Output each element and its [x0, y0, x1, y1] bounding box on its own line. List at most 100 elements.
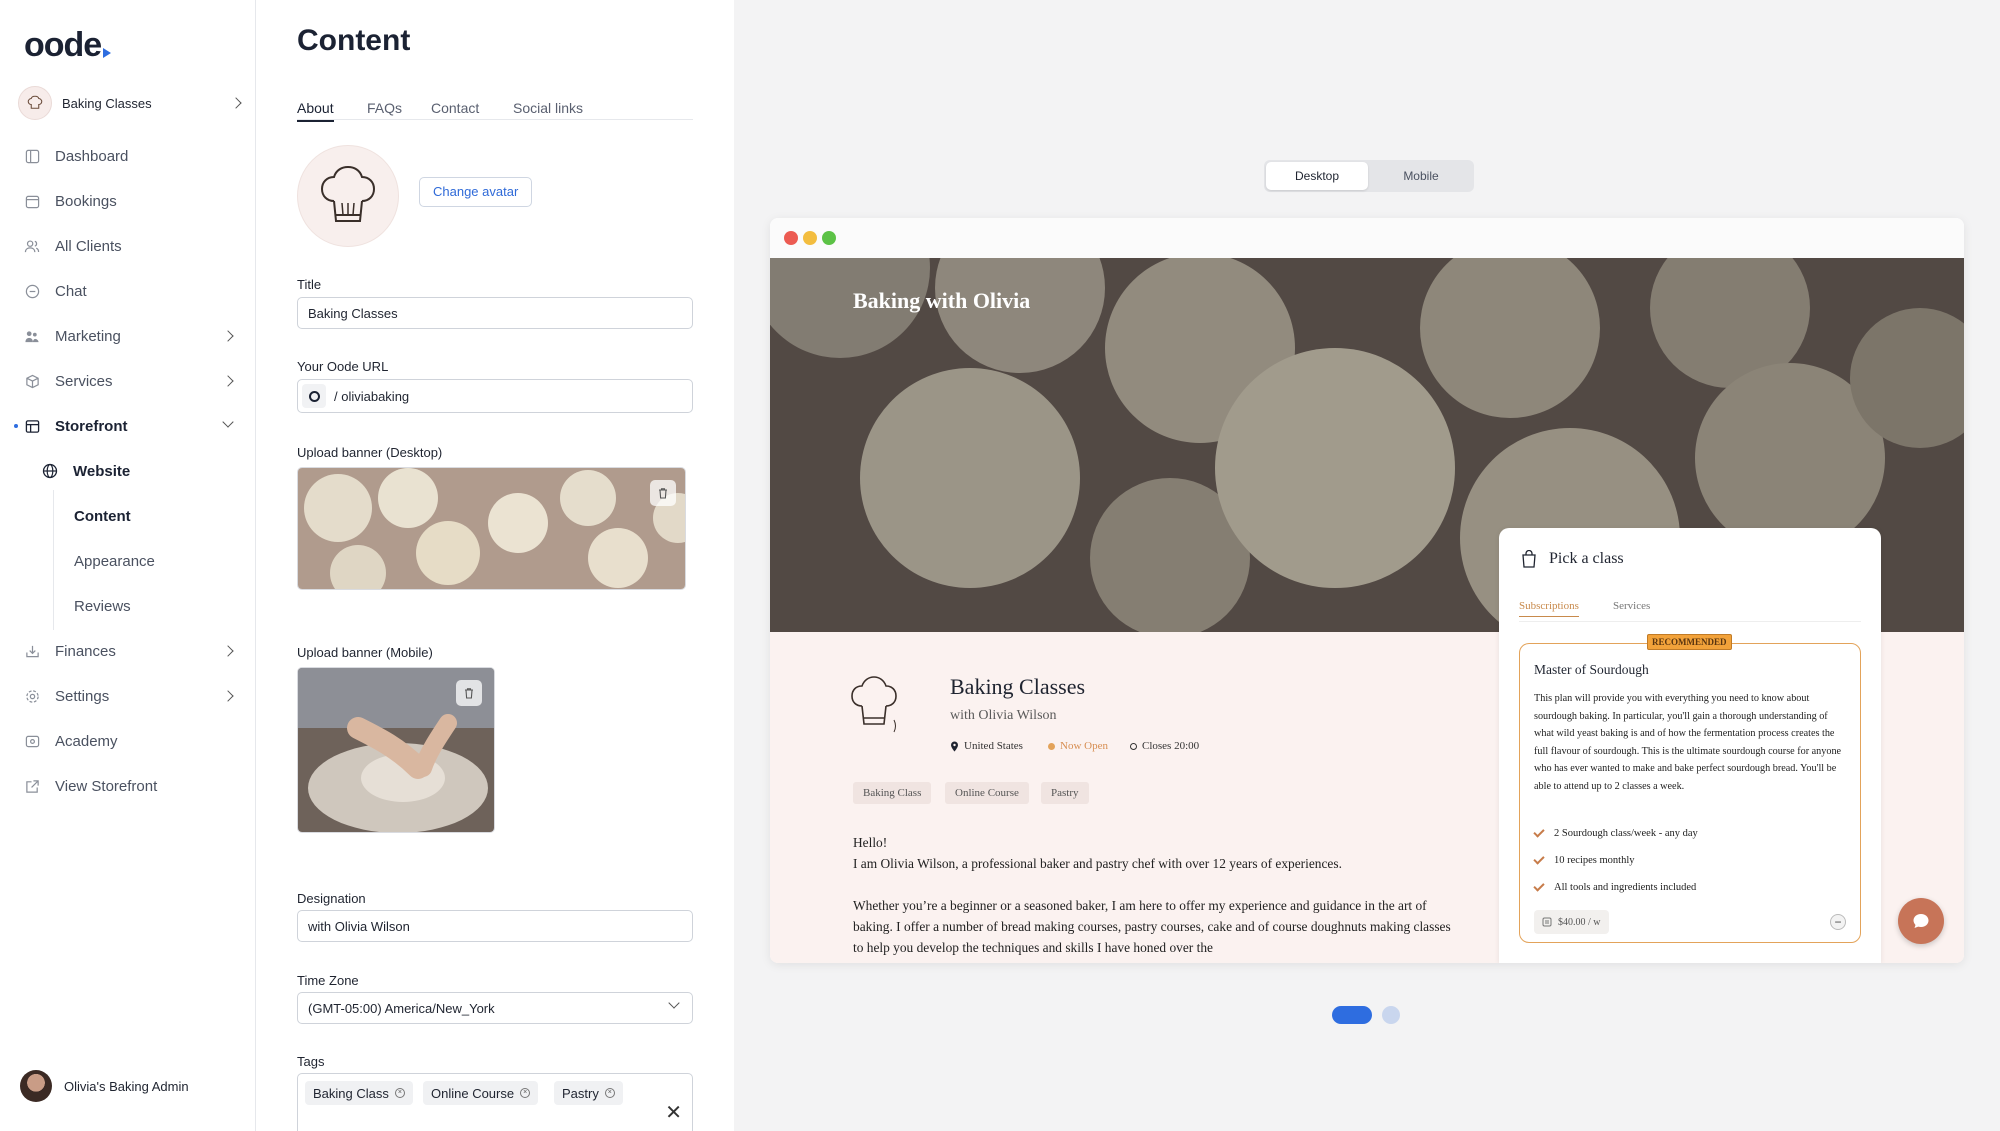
delete-banner-mobile-button[interactable]	[456, 680, 482, 706]
business-switcher[interactable]: Baking Classes	[18, 86, 242, 120]
storefront-title: Baking Classes	[950, 674, 1086, 699]
mobile-toggle-button[interactable]: Mobile	[1370, 162, 1472, 190]
preview-area: Desktop Mobile Baking with Olivia Baking…	[734, 0, 2000, 1131]
nav-label: Bookings	[55, 192, 117, 210]
closes-text: Closes 20:00	[1142, 740, 1200, 752]
oode-url-input[interactable]: / oliviabaking	[297, 379, 693, 413]
chevron-down-icon	[222, 416, 234, 428]
storefront-subtitle: with Olivia Wilson	[950, 708, 1057, 723]
plan-card[interactable]: RECOMMENDED Master of Sourdough This pla…	[1519, 634, 1861, 943]
nav-content[interactable]: Content	[0, 498, 256, 534]
tag-label: Baking Class	[313, 1085, 389, 1101]
nav-label: Content	[74, 507, 131, 525]
timezone-select[interactable]: (GMT-05:00) America/New_York	[297, 992, 693, 1024]
nav-label: Marketing	[55, 327, 121, 345]
pager-dot-active[interactable]	[1332, 1006, 1372, 1024]
banner-desktop-image[interactable]	[297, 467, 686, 590]
tag-chip: Baking Class ×	[305, 1081, 413, 1105]
admin-profile[interactable]: Olivia's Baking Admin	[20, 1070, 189, 1102]
close-dot-icon	[784, 231, 798, 245]
plan-name: Master of Sourdough	[1534, 662, 1649, 677]
feature-text: 10 recipes monthly	[1554, 855, 1635, 866]
nav-services[interactable]: Services	[0, 363, 256, 399]
minimize-dot-icon	[803, 231, 817, 245]
storefront-icon	[24, 418, 40, 434]
nav-storefront[interactable]: Storefront	[0, 408, 256, 444]
nav-label: Academy	[55, 732, 118, 750]
check-icon	[1533, 825, 1545, 838]
tab-about[interactable]: About	[297, 100, 334, 122]
nav-website[interactable]: Website	[0, 453, 256, 489]
remove-tag-icon[interactable]: ×	[394, 1088, 405, 1098]
collapse-plan-button[interactable]: −	[1830, 914, 1846, 930]
change-avatar-button[interactable]: Change avatar	[419, 177, 533, 207]
submenu-guide-line	[53, 490, 54, 630]
designation-input[interactable]: with Olivia Wilson	[297, 910, 693, 942]
plan-feature: All tools and ingredients included	[1533, 879, 1696, 893]
tab-subscriptions[interactable]: Subscriptions	[1519, 600, 1579, 617]
trash-icon	[659, 488, 667, 499]
business-avatar-large	[297, 145, 399, 247]
globe-icon	[42, 463, 58, 479]
check-icon	[1533, 852, 1545, 865]
gear-icon	[24, 688, 40, 704]
clear-tags-icon[interactable]: ✕	[665, 1100, 682, 1125]
desktop-toggle-button[interactable]: Desktop	[1266, 162, 1368, 190]
timezone-value: (GMT-05:00) America/New_York	[308, 1000, 495, 1016]
sidebar: oode Baking Classes Dashboard Bookings A…	[0, 0, 256, 1131]
about-paragraph: Whether you’re a beginner or a seasoned …	[853, 898, 1451, 955]
remove-tag-icon[interactable]: ×	[520, 1088, 531, 1098]
admin-name: Olivia's Baking Admin	[64, 1078, 189, 1094]
url-value: / oliviabaking	[334, 388, 410, 404]
banner-mobile-image[interactable]	[297, 667, 495, 833]
nav-label: Chat	[55, 282, 87, 300]
chat-bubble-button[interactable]	[1898, 898, 1944, 944]
tab-faqs[interactable]: FAQs	[367, 100, 402, 120]
timezone-label: Time Zone	[297, 973, 359, 988]
remove-tag-icon[interactable]: ×	[604, 1088, 615, 1098]
title-label: Title	[297, 277, 322, 292]
card-tabs: Subscriptions Services	[1519, 600, 1861, 622]
nav-reviews[interactable]: Reviews	[0, 588, 256, 624]
open-status: Now Open	[1048, 740, 1108, 752]
nav-all-clients[interactable]: All Clients	[0, 228, 256, 264]
banner-desktop-label: Upload banner (Desktop)	[297, 445, 443, 460]
nav-chat[interactable]: Chat	[0, 273, 256, 309]
nav-settings[interactable]: Settings	[0, 678, 256, 714]
browser-titlebar	[770, 218, 1964, 258]
plan-feature: 2 Sourdough class/week - any day	[1533, 825, 1698, 839]
tab-contact[interactable]: Contact	[431, 100, 479, 120]
nav-view-storefront[interactable]: View Storefront	[0, 768, 256, 804]
tags-input[interactable]: Baking Class × Online Course × Pastry × ✕	[297, 1073, 693, 1131]
logo-arrow-icon	[103, 48, 112, 58]
pager-dot[interactable]	[1382, 1006, 1400, 1024]
price-badge: $40.00 / w	[1534, 910, 1609, 934]
tag-chip: Pastry ×	[554, 1081, 623, 1105]
tag-label: Online Course	[431, 1085, 515, 1101]
nav-marketing[interactable]: Marketing	[0, 318, 256, 354]
location-meta: United States	[950, 740, 1023, 752]
plan-feature: 10 recipes monthly	[1533, 852, 1635, 866]
browser-preview: Baking with Olivia Baking Classes with O…	[770, 218, 1964, 963]
delete-banner-desktop-button[interactable]	[650, 480, 676, 506]
banner-mobile-label: Upload banner (Mobile)	[297, 645, 433, 660]
oode-logo[interactable]: oode	[24, 26, 112, 65]
nav-appearance[interactable]: Appearance	[0, 543, 256, 579]
nav-bookings[interactable]: Bookings	[0, 183, 256, 219]
nav-dashboard[interactable]: Dashboard	[0, 138, 256, 174]
title-input[interactable]: Baking Classes	[297, 297, 693, 329]
greeting: Hello!	[853, 835, 888, 850]
nav-label: Reviews	[74, 597, 131, 615]
tab-services[interactable]: Services	[1613, 600, 1650, 616]
tab-social-links[interactable]: Social links	[513, 100, 583, 120]
maximize-dot-icon	[822, 231, 836, 245]
nav-academy[interactable]: Academy	[0, 723, 256, 759]
users-icon	[24, 238, 40, 254]
price-tag-icon	[1542, 917, 1552, 927]
external-link-icon	[24, 778, 40, 794]
avatar	[20, 1070, 52, 1102]
recommended-badge: RECOMMENDED	[1647, 634, 1732, 650]
open-dot-icon	[1048, 742, 1055, 750]
nav-finances[interactable]: Finances	[0, 633, 256, 669]
nav-label: Finances	[55, 642, 116, 660]
